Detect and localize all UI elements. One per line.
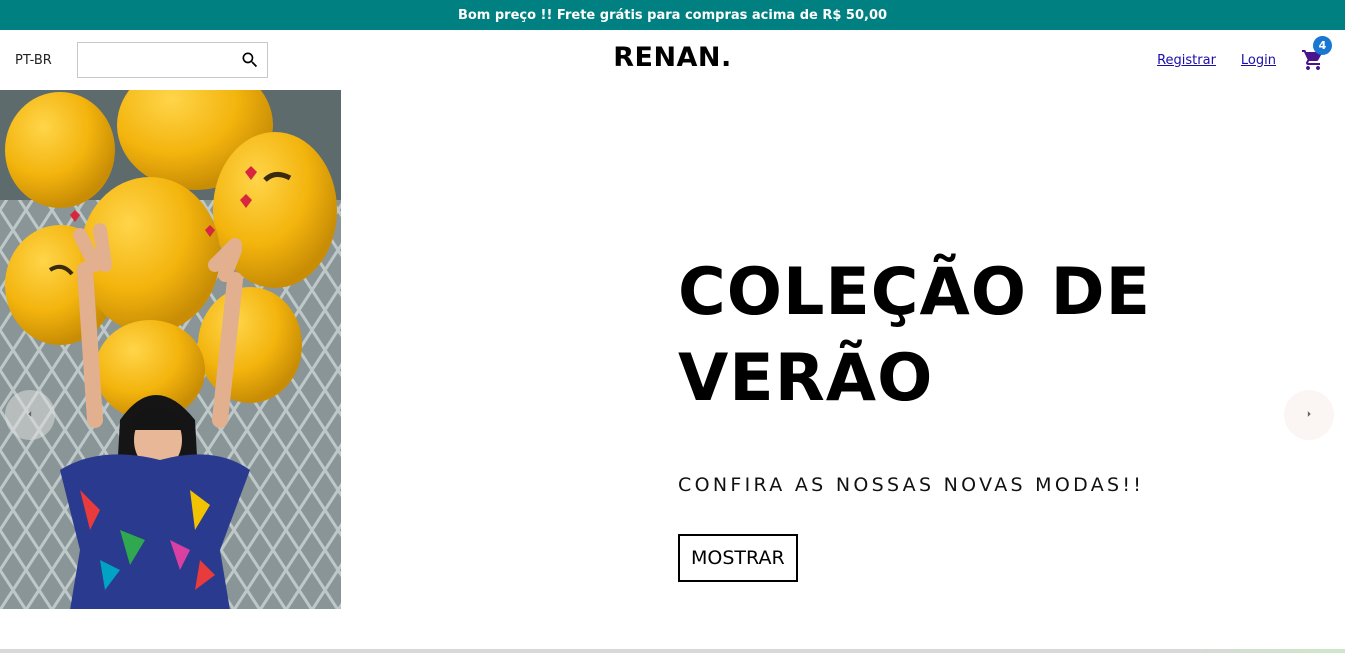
hero-title: COLEÇÃO DE VERÃO [678, 250, 1278, 422]
slider-next-button[interactable] [1284, 390, 1334, 440]
navbar-left: PT-BR [15, 42, 415, 78]
show-button[interactable]: MOSTRAR [678, 534, 798, 582]
hero-title-line1: COLEÇÃO DE [678, 255, 1152, 330]
hero-slider: COLEÇÃO DE VERÃO CONFIRA AS NOSSAS NOVAS… [0, 90, 1345, 650]
announcement-text: Bom preço !! Frete grátis para compras a… [457, 7, 888, 23]
arrow-left-icon [23, 406, 37, 425]
search-icon[interactable] [240, 49, 260, 71]
shopping-cart-icon [1301, 50, 1325, 76]
register-link[interactable]: Registrar [1157, 53, 1216, 68]
search-input[interactable] [69, 45, 240, 75]
login-link[interactable]: Login [1241, 53, 1276, 68]
hero-info: COLEÇÃO DE VERÃO CONFIRA AS NOSSAS NOVAS… [678, 250, 1278, 582]
cart-button[interactable]: 4 [1301, 36, 1332, 72]
section-divider [0, 649, 1345, 653]
slider-prev-button[interactable] [5, 390, 55, 440]
navbar: PT-BR RENAN. Registrar Login 4 [0, 30, 1345, 90]
announcement-bar: Bom preço !! Frete grátis para compras a… [0, 0, 1345, 30]
navbar-right: Registrar Login 4 [1157, 36, 1332, 72]
cart-badge: 4 [1313, 36, 1332, 55]
language-selector[interactable]: PT-BR [15, 53, 52, 68]
hero-description: CONFIRA AS NOSSAS NOVAS MODAS!! [678, 474, 1145, 496]
hero-image [0, 90, 341, 609]
search-container [69, 42, 268, 78]
hero-title-line2: VERÃO [678, 341, 934, 416]
arrow-right-icon [1302, 406, 1316, 425]
